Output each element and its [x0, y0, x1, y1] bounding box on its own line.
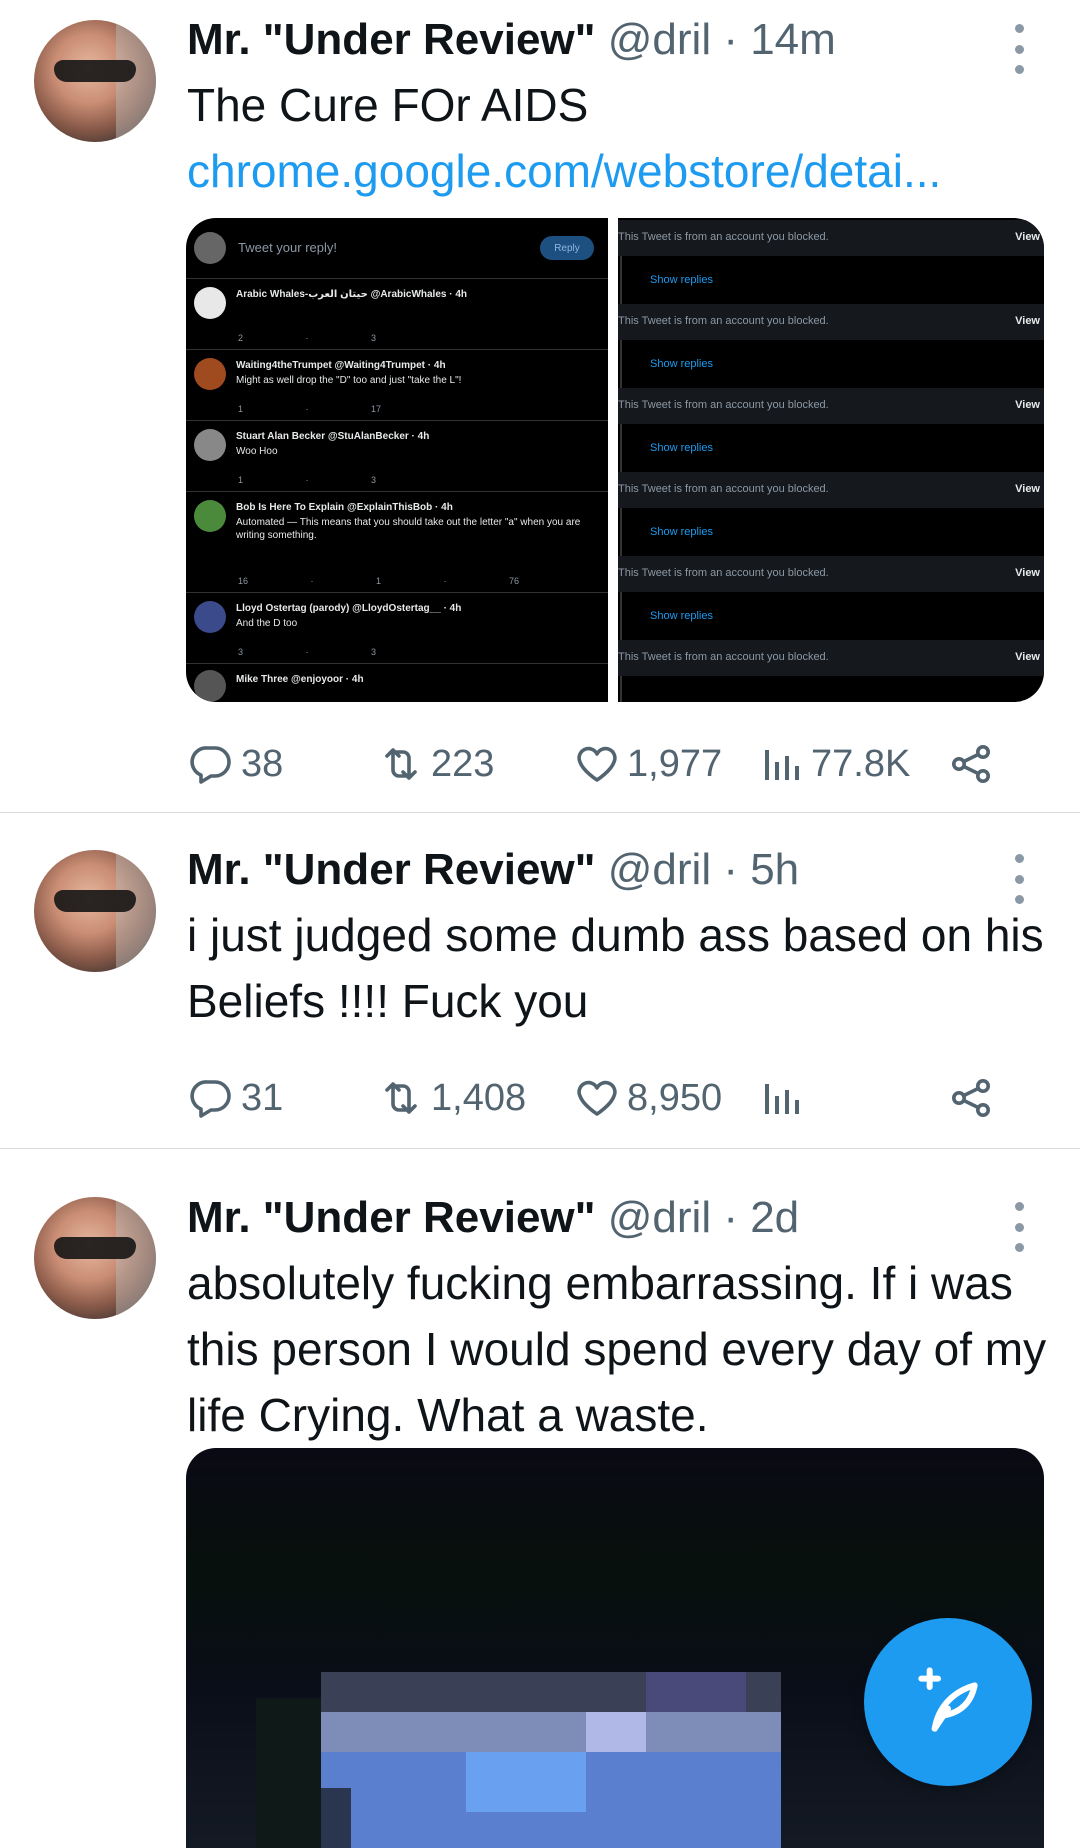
display-name[interactable]: Mr. "Under Review" [187, 15, 596, 64]
pixel-block [321, 1788, 351, 1848]
pixel-block [586, 1712, 646, 1752]
blocked-notice: This Tweet is from an account you blocke… [618, 231, 829, 243]
handle[interactable]: @dril [608, 15, 711, 64]
pixel-block [646, 1672, 746, 1712]
reply-author: Arabic Whales-حيتان العرب @ArabicWhales … [236, 289, 468, 300]
tweet-actions: 38 223 1,977 77.8K [187, 734, 1007, 794]
retweet-count: 1,408 [431, 1076, 527, 1119]
retweet-count: 223 [431, 742, 495, 785]
reply-button-image: Reply [540, 236, 594, 260]
handle[interactable]: @dril [608, 845, 711, 894]
retweet-icon [385, 1082, 417, 1114]
more-options-icon[interactable] [1005, 24, 1033, 74]
share-icon [952, 1079, 990, 1117]
reply-text: Woo Hoo [236, 446, 278, 457]
tweet-text: absolutely fucking embarrassing. If i wa… [187, 1257, 1047, 1441]
timestamp[interactable]: 2d [750, 1193, 799, 1242]
avatar[interactable] [34, 850, 156, 972]
view-label: View [1015, 315, 1040, 327]
screenshot-blocked-panel: This Tweet is from an account you blocke… [618, 218, 1044, 702]
like-count: 1,977 [627, 742, 723, 785]
pixel-block [256, 1698, 321, 1848]
tweet-header: Mr. "Under Review" @dril · 5h [187, 845, 800, 894]
views-count: 77.8K [811, 742, 911, 785]
show-replies-label: Show replies [650, 526, 713, 538]
reply-text: And the D too [236, 618, 298, 629]
tweet-2[interactable]: Mr. "Under Review" @dril · 5h i just jud… [0, 813, 1080, 1145]
pixel-block [321, 1712, 781, 1752]
reply-author: Lloyd Ostertag (parody) @LloydOstertag__… [236, 603, 462, 614]
view-label: View [1015, 567, 1040, 579]
tweet-text: i just judged some dumb ass based on his… [187, 909, 1044, 1027]
timestamp[interactable]: 14m [750, 15, 836, 64]
views-button[interactable]: 77.8K [757, 734, 910, 794]
heart-icon [577, 746, 617, 782]
blocked-notice: This Tweet is from an account you blocke… [618, 315, 829, 327]
views-button[interactable] [757, 1068, 805, 1128]
display-name[interactable]: Mr. "Under Review" [187, 845, 596, 894]
reply-count: 31 [241, 1076, 284, 1119]
retweet-icon [385, 748, 417, 780]
tweet-link[interactable]: chrome.google.com/webstore/detai... [187, 138, 1057, 204]
show-replies-label: Show replies [650, 274, 713, 286]
reply-counts: 16 · 1 · 76 [238, 576, 520, 586]
view-label: View [1015, 231, 1040, 243]
timestamp[interactable]: 5h [750, 845, 799, 894]
screenshot-replies-panel: Tweet your reply! Reply Arabic Whales-حي… [186, 218, 608, 702]
blocked-notice: This Tweet is from an account you blocke… [618, 651, 829, 663]
reply-icon [190, 746, 231, 784]
like-button[interactable]: 8,950 [573, 1068, 722, 1128]
reply-button[interactable]: 31 [187, 1068, 283, 1128]
reply-count: 38 [241, 742, 284, 785]
tweet-media-image[interactable]: Tweet your reply! Reply Arabic Whales-حي… [186, 218, 1044, 702]
tweet-actions: 31 1,408 8,950 [187, 1068, 1007, 1128]
reply-text: Might as well drop the "D" too and just … [236, 375, 462, 386]
heart-icon [577, 1080, 617, 1116]
reply-author: Bob Is Here To Explain @ExplainThisBob ·… [236, 502, 453, 513]
reply-button[interactable]: 38 [187, 734, 283, 794]
show-replies-label: Show replies [650, 442, 713, 454]
view-label: View [1015, 483, 1040, 495]
views-chart-icon [765, 750, 799, 780]
view-label: View [1015, 399, 1040, 411]
compose-feather-icon [918, 1667, 978, 1732]
share-icon [952, 745, 990, 783]
more-options-icon[interactable] [1005, 1202, 1033, 1252]
reply-text: Automated — This means that you should t… [236, 517, 581, 541]
display-name[interactable]: Mr. "Under Review" [187, 1193, 596, 1242]
blocked-notice: This Tweet is from an account you blocke… [618, 399, 829, 411]
compose-tweet-button[interactable] [864, 1618, 1032, 1786]
reply-icon [190, 1080, 231, 1118]
reply-author: Mike Three @enjoyoor · 4h [236, 674, 364, 685]
views-chart-icon [765, 1084, 799, 1114]
reply-author: Stuart Alan Becker @StuAlanBecker · 4h [236, 431, 430, 442]
tweet-header: Mr. "Under Review" @dril · 2d [187, 1193, 800, 1242]
like-count: 8,950 [627, 1076, 723, 1119]
show-replies-label: Show replies [650, 358, 713, 370]
handle[interactable]: @dril [608, 1193, 711, 1242]
blocked-notice: This Tweet is from an account you blocke… [618, 483, 829, 495]
pixel-block [466, 1752, 586, 1812]
share-button[interactable] [947, 1068, 995, 1128]
retweet-button[interactable]: 223 [377, 734, 494, 794]
avatar[interactable] [34, 20, 156, 142]
reply-placeholder: Tweet your reply! [238, 240, 337, 255]
like-button[interactable]: 1,977 [573, 734, 722, 794]
reply-counts: 1 · 3 [238, 475, 377, 485]
reply-counts: 1 · 17 [238, 404, 382, 414]
reply-counts: 2 · 3 [238, 333, 377, 343]
reply-author: Waiting4theTrumpet @Waiting4Trumpet · 4h [236, 360, 446, 371]
avatar[interactable] [34, 1197, 156, 1319]
tweet-1[interactable]: Mr. "Under Review" @dril · 14m The Cure … [0, 0, 1080, 812]
more-options-icon[interactable] [1005, 854, 1033, 904]
view-label: View [1015, 651, 1040, 663]
tweet-text: The Cure FOr AIDS [187, 79, 589, 131]
reply-counts: 3 · 3 [238, 647, 377, 657]
tweet-header: Mr. "Under Review" @dril · 14m [187, 15, 836, 64]
show-replies-label: Show replies [650, 610, 713, 622]
share-button[interactable] [947, 734, 995, 794]
blocked-notice: This Tweet is from an account you blocke… [618, 567, 829, 579]
retweet-button[interactable]: 1,408 [377, 1068, 526, 1128]
